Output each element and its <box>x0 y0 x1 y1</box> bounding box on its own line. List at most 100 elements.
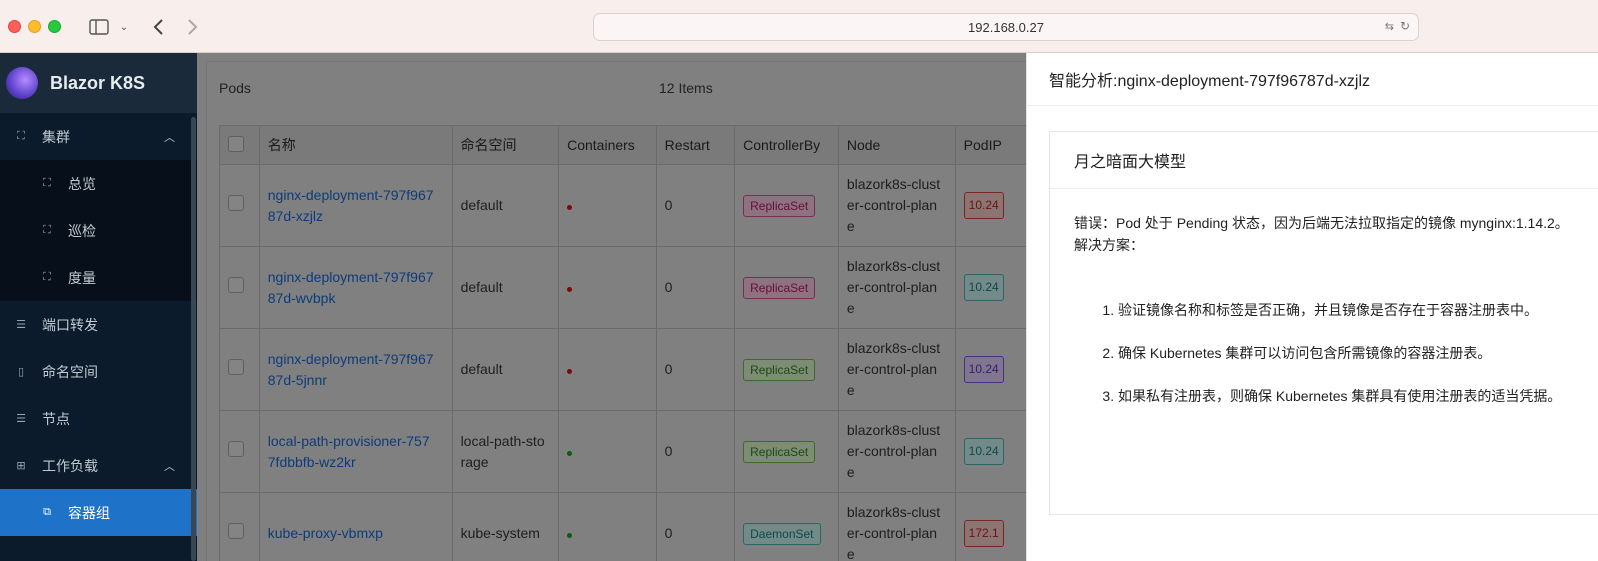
column-header[interactable]: Containers <box>558 125 657 165</box>
row-checkbox[interactable] <box>228 358 244 375</box>
table-row[interactable]: nginx-deployment-797f967 87d-wvbpk default… <box>219 246 1026 329</box>
cluster-icon: ⛶ <box>43 271 51 283</box>
table-row[interactable]: local-path-provisioner-757 7fdbbfb-wz2kr l… <box>219 410 1026 493</box>
column-header[interactable]: 命名空间 <box>451 125 560 165</box>
restart-cell: 0 <box>655 410 736 493</box>
list-item: 如果私有注册表，则确保 Kubernetes 集群具有使用注册表的适当凭据。 <box>1118 385 1598 407</box>
table-row[interactable]: nginx-deployment-797f967 87d-5jnnr default… <box>219 328 1026 411</box>
controller-tag[interactable]: DaemonSet <box>743 522 821 545</box>
node-cell: blazork8s-clust er-control-plan e <box>837 410 956 493</box>
pod-name-link[interactable]: kube-proxy-vbmxp <box>268 525 383 541</box>
forward-arrow-icon[interactable] <box>183 14 203 40</box>
chevron-down-icon[interactable]: ⌄ <box>116 14 132 40</box>
card-title: Pods <box>219 80 251 96</box>
solution-steps: 验证镜像名称和标签是否正确，并且镜像是否存在于容器注册表中。 确保 Kubern… <box>1074 299 1598 407</box>
podip-cell: 10.24 <box>954 246 1026 329</box>
controller-tag[interactable]: ReplicaSet <box>743 276 816 299</box>
analysis-drawer: 智能分析:nginx-deployment-797f96787d-xzjlz 月… <box>1026 53 1598 561</box>
pod-ip-badge: 10.24 <box>963 274 1004 301</box>
sidebar-item-cluster[interactable]: ⛶ 集群 ︿ <box>0 113 197 160</box>
container-status-dot <box>567 369 573 374</box>
pod-name-link[interactable]: local-path-provisioner-757 7fdbbfb-wz2kr <box>268 433 430 470</box>
pod-name-link[interactable]: nginx-deployment-797f967 87d-wvbpk <box>268 269 434 306</box>
restart-cell: 0 <box>655 164 736 247</box>
list-icon: ☰ <box>16 413 26 425</box>
row-checkbox[interactable] <box>228 194 244 211</box>
back-arrow-icon[interactable] <box>148 14 168 40</box>
restart-cell: 0 <box>655 492 736 561</box>
solution-label: 解决方案： <box>1074 237 1144 253</box>
name-cell: local-path-provisioner-757 7fdbbfb-wz2kr <box>258 410 453 493</box>
main-content-overlay[interactable]: Pods 12 Items 名称 命名空间 Containers Restart… <box>197 53 1026 561</box>
namespace-cell: default <box>451 328 560 411</box>
table-row[interactable]: nginx-deployment-797f967 87d-xzjlz default… <box>219 164 1026 247</box>
address-bar[interactable]: 192.168.0.27 ⇆ ↻ <box>593 13 1419 41</box>
restart-cell: 0 <box>655 328 736 411</box>
containers-cell <box>558 328 657 411</box>
podip-cell: 172.1 <box>954 492 1026 561</box>
panel-title: 月之暗面大模型 <box>1050 132 1598 189</box>
document-icon: ▯ <box>17 366 25 378</box>
controller-cell: DaemonSet <box>734 492 839 561</box>
sidebar-item-namespaces[interactable]: ▯ 命名空间 <box>0 348 197 395</box>
sidebar-item-nodes[interactable]: ☰ 节点 <box>0 395 197 442</box>
sidebar-item-workloads[interactable]: ⊞ 工作负载 ︿ <box>0 442 197 489</box>
close-window-button[interactable] <box>8 20 21 33</box>
minimize-window-button[interactable] <box>28 20 41 33</box>
sidebar-item-label: 集群 <box>42 128 70 145</box>
sidebar-item-more[interactable] <box>0 536 197 561</box>
pod-name-link[interactable]: nginx-deployment-797f967 87d-xzjlz <box>268 187 434 224</box>
column-header[interactable]: 名称 <box>258 125 453 165</box>
translate-icon[interactable]: ⇆ <box>1385 20 1394 33</box>
list-item: 验证镜像名称和标签是否正确，并且镜像是否存在于容器注册表中。 <box>1118 299 1598 321</box>
copy-icon: ⧉ <box>43 506 51 518</box>
restart-cell: 0 <box>655 246 736 329</box>
sidebar-item-pods[interactable]: ⧉ 容器组 <box>0 489 197 536</box>
pod-ip-badge: 10.24 <box>963 192 1004 219</box>
drawer-title: 智能分析:nginx-deployment-797f96787d-xzjlz <box>1027 53 1598 106</box>
controller-tag[interactable]: ReplicaSet <box>743 440 816 463</box>
pod-ip-badge: 10.24 <box>963 438 1004 465</box>
select-all-checkbox[interactable] <box>228 135 244 152</box>
column-header[interactable]: Restart <box>655 125 736 165</box>
sidebar-item-label: 工作负载 <box>42 457 98 474</box>
row-checkbox[interactable] <box>228 276 244 293</box>
name-cell: nginx-deployment-797f967 87d-5jnnr <box>258 328 453 411</box>
namespace-cell: kube-system <box>451 492 560 561</box>
reload-icon[interactable]: ↻ <box>1400 19 1410 33</box>
select-cell <box>219 492 260 561</box>
controller-tag[interactable]: ReplicaSet <box>743 194 816 217</box>
browser-toolbar: ⌄ 192.168.0.27 ⇆ ↻ <box>0 0 1598 53</box>
sidebar-item-inspection[interactable]: ⛶ 巡检 <box>0 207 197 254</box>
container-status-dot <box>567 451 573 456</box>
pod-name-link[interactable]: nginx-deployment-797f967 87d-5jnnr <box>268 351 434 388</box>
podip-cell: 10.24 <box>954 410 1026 493</box>
node-cell: blazork8s-clust er-control-plan e <box>837 492 956 561</box>
maximize-window-button[interactable] <box>48 20 61 33</box>
sidebar-item-port-forward[interactable]: ☰ 端口转发 <box>0 301 197 348</box>
container-status-dot <box>567 287 573 292</box>
node-cell: blazork8s-clust er-control-plan e <box>837 164 956 247</box>
column-header[interactable]: ControllerBy <box>734 125 839 165</box>
containers-cell <box>558 246 657 329</box>
sidebar-item-label: 命名空间 <box>42 363 98 380</box>
error-text: 错误：Pod 处于 Pending 状态，因为后端无法拉取指定的镜像 myngi… <box>1074 215 1569 231</box>
table-row[interactable]: kube-proxy-vbmxp kube-system 0 DaemonSet bla… <box>219 492 1026 561</box>
namespace-cell: default <box>451 246 560 329</box>
row-checkbox[interactable] <box>228 440 244 457</box>
sidebar-scrollbar[interactable] <box>191 117 196 561</box>
sidebar-toggle-icon[interactable] <box>86 14 112 40</box>
controller-cell: ReplicaSet <box>734 410 839 493</box>
controller-tag[interactable]: ReplicaSet <box>743 358 816 381</box>
sidebar-item-overview[interactable]: ⛶ 总览 <box>0 160 197 207</box>
controller-cell: ReplicaSet <box>734 328 839 411</box>
table-header-row: 名称 命名空间 Containers Restart ControllerBy … <box>219 125 1026 165</box>
container-status-dot <box>567 533 573 538</box>
containers-cell <box>558 410 657 493</box>
sidebar-item-label: 节点 <box>42 410 70 427</box>
row-checkbox[interactable] <box>228 522 244 539</box>
column-header[interactable]: Node <box>837 125 956 165</box>
sidebar-item-metrics[interactable]: ⛶ 度量 <box>0 254 197 301</box>
column-header[interactable]: PodIP <box>954 125 1026 165</box>
brand[interactable]: Blazor K8S <box>0 53 197 113</box>
